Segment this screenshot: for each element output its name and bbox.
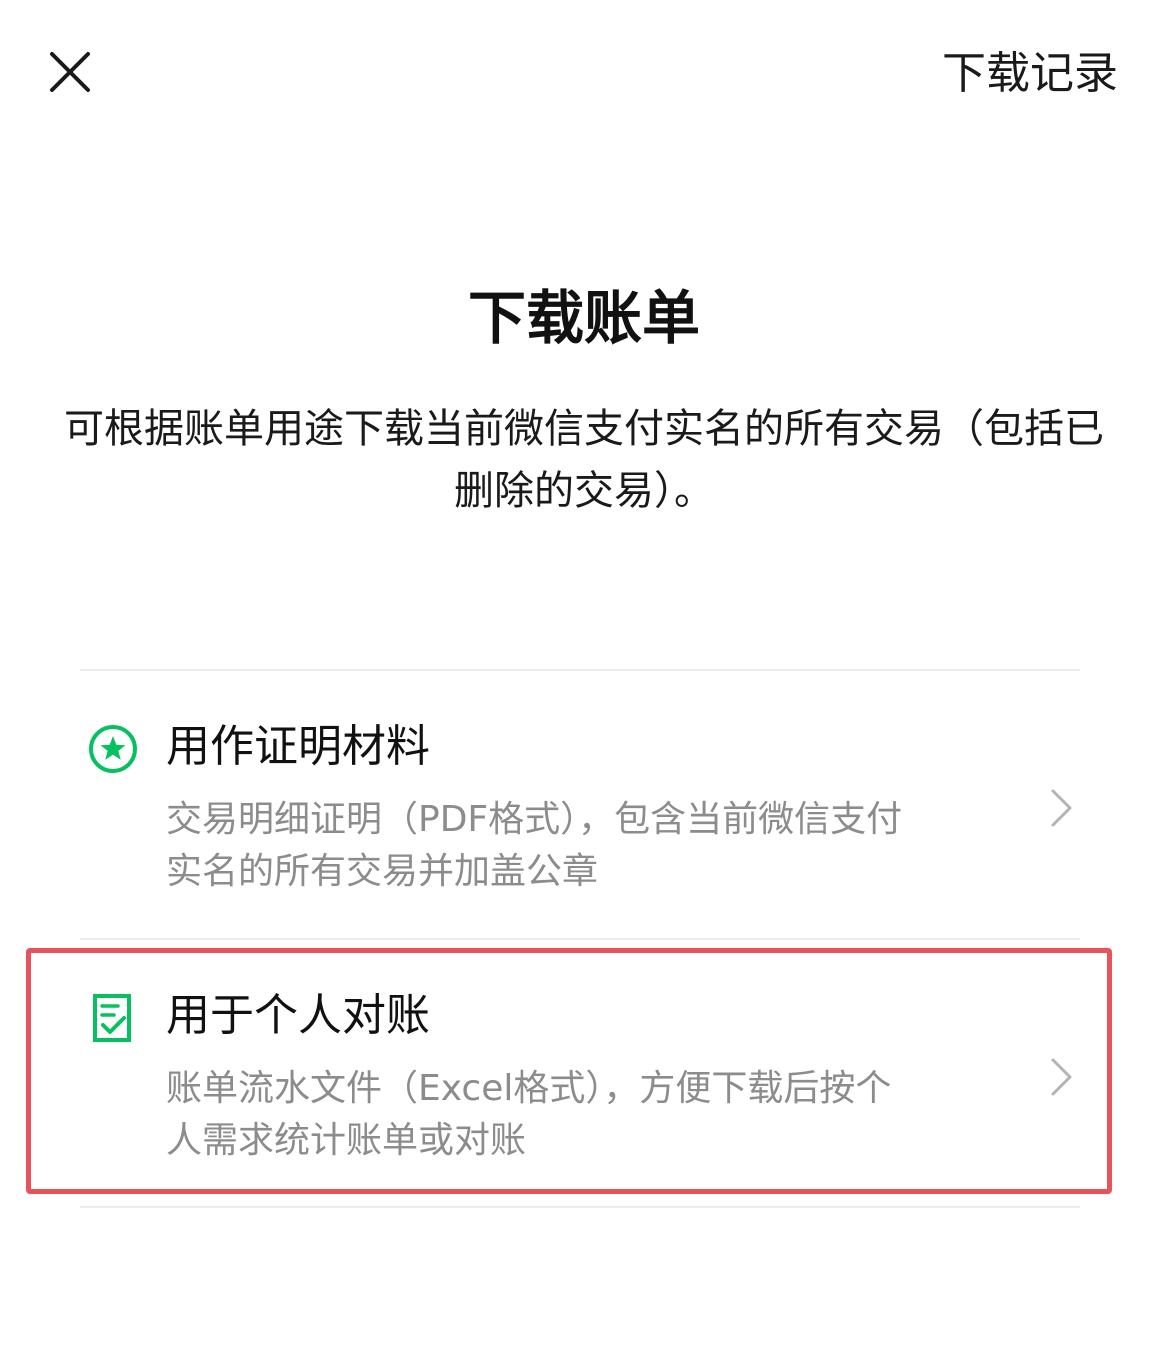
option-title: 用作证明材料 [166,721,430,772]
star-circle-icon [86,722,140,776]
chevron-right-icon [1046,1053,1076,1101]
option-description: 交易明细证明（PDF格式），包含当前微信支付实名的所有交易并加盖公章 [166,799,903,892]
download-records-link[interactable]: 下载记录 [942,44,1118,104]
divider [80,1206,1080,1208]
option-description: 账单流水文件（Excel格式），方便下载后按个人需求统计账单或对账 [166,1068,892,1161]
divider [80,669,1080,671]
option-personal-reconciliation[interactable]: 用于个人对账 账单流水文件（Excel格式），方便下载后按个人需求统计账单或对账 [80,941,1080,1209]
close-icon [40,42,100,102]
document-check-icon [86,991,140,1045]
page-description: 可根据账单用途下载当前微信支付实名的所有交易（包括已删除的交易）。 [64,406,1104,514]
close-button[interactable] [40,42,100,102]
page-title: 下载账单 [467,284,700,352]
divider [80,938,1080,940]
chevron-right-icon [1046,784,1076,832]
option-title: 用于个人对账 [166,990,430,1041]
option-proof-material[interactable]: 用作证明材料 交易明细证明（PDF格式），包含当前微信支付实名的所有交易并加盖公… [80,672,1080,940]
